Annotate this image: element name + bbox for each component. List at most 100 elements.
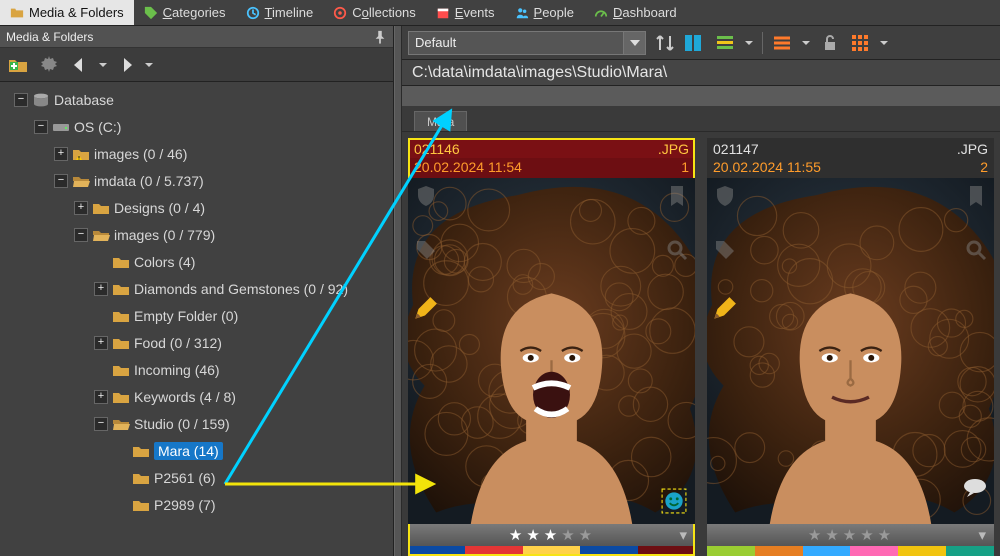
card-header: 021146.JPG — [408, 138, 695, 158]
layout-combo[interactable]: Default — [408, 31, 646, 55]
tree-label: P2989 (7) — [154, 497, 215, 513]
folder-tree[interactable]: −Database−OS (C:)+images (0 / 46)−imdata… — [0, 82, 393, 556]
tab-events[interactable]: Events — [426, 0, 505, 25]
tree-node[interactable]: +Designs (0 / 4) — [2, 194, 393, 221]
card-header: 021147 .JPG — [707, 138, 994, 158]
right-panel: Default — [402, 26, 1000, 556]
tree-node[interactable]: + Diamonds and Gemstones (0 / 92) — [2, 275, 393, 302]
tree-toggle[interactable]: + — [94, 390, 108, 404]
tree-toggle[interactable]: − — [94, 417, 108, 431]
tree-label: Database — [54, 92, 114, 108]
tree-label: imdata (0 / 5.737) — [94, 173, 204, 189]
view-bands-button[interactable] — [714, 32, 736, 54]
thumbnail-card[interactable]: 021147.JPG20.02.2024 11:552★★★★★▾ — [707, 138, 994, 556]
left-toolbar — [0, 48, 393, 82]
view-dropdown[interactable] — [744, 32, 754, 54]
tree-toggle[interactable]: + — [74, 201, 88, 215]
panel-header: Media & Folders — [0, 26, 393, 48]
color-bar — [707, 546, 994, 556]
tree-label: Colors (4) — [134, 254, 195, 270]
grid-button[interactable] — [849, 32, 871, 54]
tree-label: Keywords (4 / 8) — [134, 389, 236, 405]
tree-node[interactable]: +Food (0 / 312) — [2, 329, 393, 356]
tree-toggle[interactable]: − — [34, 120, 48, 134]
tree-toggle[interactable]: − — [74, 228, 88, 242]
card-ext: .JPG — [957, 141, 988, 157]
grid-dropdown[interactable] — [879, 32, 889, 54]
tab-media-folders[interactable]: Media & Folders — [0, 0, 134, 25]
right-toolbar: Default — [402, 26, 1000, 60]
clock-icon — [246, 6, 260, 20]
gauge-icon — [594, 6, 608, 20]
rating-stars[interactable]: ★★★★★▾ — [707, 524, 994, 546]
tree-node[interactable]: Incoming (46) — [2, 356, 393, 383]
tree-node[interactable]: Empty Folder (0) — [2, 302, 393, 329]
tree-toggle[interactable]: + — [94, 282, 108, 296]
tree-node[interactable]: +images (0 / 46) — [2, 140, 393, 167]
tab-categories[interactable]: Categories — [134, 0, 236, 25]
nav-forward-button[interactable] — [112, 51, 140, 79]
portrait-illustration — [408, 178, 695, 524]
combo-dropdown-button[interactable] — [623, 32, 645, 54]
card-index: 1 — [681, 159, 689, 175]
nav-back-menu[interactable] — [97, 51, 109, 79]
sort-icon — [655, 33, 675, 53]
pin-icon[interactable] — [373, 30, 387, 44]
tree-toggle[interactable]: − — [14, 93, 28, 107]
rating-stars[interactable]: ★★★★★▾ — [408, 524, 695, 546]
thumbnail-image — [408, 178, 695, 524]
view-columns-button[interactable] — [684, 32, 706, 54]
tree-node[interactable]: −OS (C:) — [2, 113, 393, 140]
tree-node[interactable]: − imdata (0 / 5.737) — [2, 167, 393, 194]
bookmark-icon — [964, 184, 988, 208]
lines-button[interactable] — [771, 32, 793, 54]
bands-icon — [715, 33, 735, 53]
pencil-icon — [412, 296, 438, 322]
folder-icon — [132, 471, 150, 485]
lock-button[interactable] — [819, 32, 841, 54]
chevron-down-icon — [630, 38, 640, 48]
unlock-icon — [821, 34, 839, 52]
nav-back-button[interactable] — [66, 51, 94, 79]
separator — [762, 32, 763, 54]
sort-button[interactable] — [654, 32, 676, 54]
splitter[interactable] — [394, 26, 402, 556]
path-bar[interactable]: C:\data\imdata\images\Studio\Mara\ — [402, 60, 1000, 86]
folder-icon — [112, 390, 130, 404]
tree-node[interactable]: Mara (14) — [2, 437, 393, 464]
tree-node[interactable]: − Database — [2, 86, 393, 113]
tree-node[interactable]: Colors (4) — [2, 248, 393, 275]
tab-people[interactable]: People — [505, 0, 584, 25]
left-panel: Media & Folders −Database−OS (C:)+i — [0, 26, 394, 556]
tree-node[interactable]: −Studio (0 / 159) — [2, 410, 393, 437]
tab-timeline[interactable]: Timeline — [236, 0, 324, 25]
chevron-down-icon — [745, 39, 753, 47]
tree-node[interactable]: P2989 (7) — [2, 491, 393, 518]
card-name: 021147 — [713, 141, 759, 157]
card-ext: .JPG — [658, 141, 689, 157]
tree-toggle[interactable]: + — [54, 147, 68, 161]
thumbnail-card[interactable]: 021146.JPG20.02.2024 11:54 1 ★★★★★▾ — [408, 138, 695, 556]
shield-icon — [713, 184, 737, 208]
tree-toggle[interactable]: − — [54, 174, 68, 188]
tab-dashboard[interactable]: Dashboard — [584, 0, 687, 25]
people-icon — [515, 6, 529, 20]
card-subheader: 20.02.2024 11:54 1 — [408, 158, 695, 178]
tree-label: Diamonds and Gemstones (0 / 92) — [134, 281, 348, 297]
breadcrumb-label: Mara — [427, 115, 454, 129]
portrait-illustration — [707, 178, 994, 524]
tree-node[interactable]: + Keywords (4 / 8) — [2, 383, 393, 410]
tree-node[interactable]: P2561 (6) — [2, 464, 393, 491]
lines-dropdown[interactable] — [801, 32, 811, 54]
tree-node[interactable]: −images (0 / 779) — [2, 221, 393, 248]
add-folder-button[interactable] — [4, 51, 32, 79]
settings-button[interactable] — [35, 51, 63, 79]
tree-toggle[interactable]: + — [94, 336, 108, 350]
card-date: 20.02.2024 11:54 — [414, 159, 522, 175]
tree-label: Incoming (46) — [134, 362, 220, 378]
breadcrumb-tab[interactable]: Mara — [414, 111, 467, 131]
tab-collections[interactable]: Collections — [323, 0, 426, 25]
top-tabs: Media & Folders Categories Timeline Coll… — [0, 0, 1000, 26]
nav-forward-menu[interactable] — [143, 51, 155, 79]
disc-icon — [333, 6, 347, 20]
